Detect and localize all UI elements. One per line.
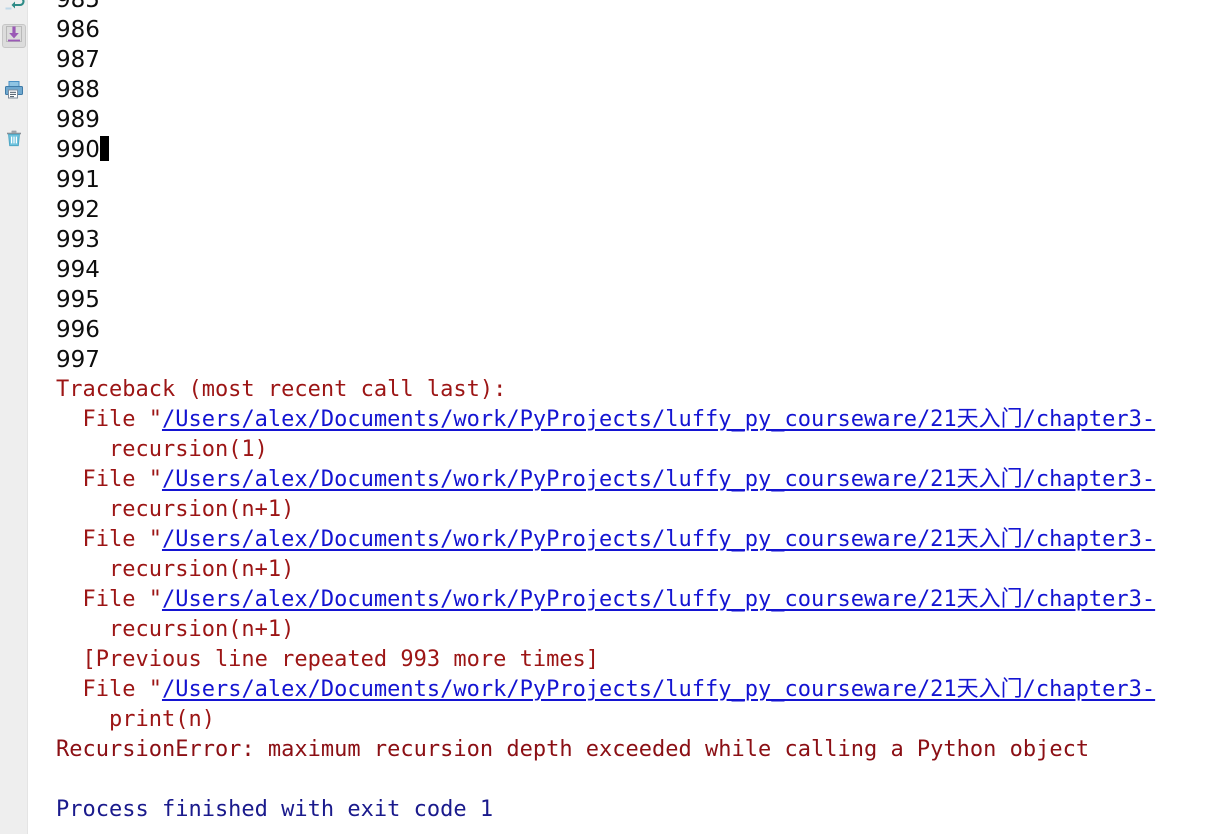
- stdout-line-caret: 990: [56, 135, 109, 165]
- stdout-line: 989: [56, 105, 100, 135]
- stdout-line: 995: [56, 285, 100, 315]
- run-toolbar: [0, 0, 28, 834]
- traceback-frame-file: File "/Users/alex/Documents/work/PyProje…: [56, 585, 1155, 615]
- stdout-line: 988: [56, 75, 100, 105]
- traceback-frame-file: File "/Users/alex/Documents/work/PyProje…: [56, 525, 1155, 555]
- scroll-to-end-icon: [5, 25, 23, 47]
- stdout-line: 987: [56, 45, 100, 75]
- exception-message: RecursionError: maximum recursion depth …: [56, 735, 1089, 765]
- stdout-line: 994: [56, 255, 100, 285]
- traceback-frame-code: recursion(n+1): [56, 555, 294, 585]
- traceback-frame-code: print(n): [56, 705, 215, 735]
- traceback-file-link[interactable]: /Users/alex/Documents/work/PyProjects/lu…: [162, 407, 1155, 432]
- console-output[interactable]: 985 986 987 988 989 990 991 992 993 994 …: [28, 0, 1210, 834]
- traceback-frame-file: File "/Users/alex/Documents/work/PyProje…: [56, 405, 1155, 435]
- text-caret: [100, 136, 109, 161]
- traceback-file-link[interactable]: /Users/alex/Documents/work/PyProjects/lu…: [162, 677, 1155, 702]
- stdout-line: 991: [56, 165, 100, 195]
- traceback-frame-code: recursion(1): [56, 435, 268, 465]
- print-icon: [4, 80, 24, 104]
- trash-icon: [4, 128, 24, 152]
- clear-all-button[interactable]: [2, 128, 26, 152]
- traceback-header: Traceback (most recent call last):: [56, 375, 506, 405]
- traceback-file-link[interactable]: /Users/alex/Documents/work/PyProjects/lu…: [162, 587, 1155, 612]
- traceback-frame-code: recursion(n+1): [56, 615, 294, 645]
- soft-wrap-button[interactable]: [2, 0, 26, 16]
- stdout-line: 992: [56, 195, 100, 225]
- soft-wrap-icon: [3, 0, 25, 17]
- stdout-line: 996: [56, 315, 100, 345]
- stdout-line: 997: [56, 345, 100, 375]
- traceback-file-link[interactable]: /Users/alex/Documents/work/PyProjects/lu…: [162, 467, 1155, 492]
- run-console-window: 985 986 987 988 989 990 991 992 993 994 …: [0, 0, 1210, 834]
- print-button[interactable]: [2, 80, 26, 104]
- traceback-frame-file: File "/Users/alex/Documents/work/PyProje…: [56, 675, 1155, 705]
- traceback-repeat-note: [Previous line repeated 993 more times]: [56, 645, 599, 675]
- process-exit-message: Process finished with exit code 1: [56, 795, 493, 825]
- traceback-frame-code: recursion(n+1): [56, 495, 294, 525]
- traceback-frame-file: File "/Users/alex/Documents/work/PyProje…: [56, 465, 1155, 495]
- stdout-line: 986: [56, 15, 100, 45]
- stdout-line: 993: [56, 225, 100, 255]
- stdout-line: 985: [56, 0, 100, 15]
- traceback-file-link[interactable]: /Users/alex/Documents/work/PyProjects/lu…: [162, 527, 1155, 552]
- scroll-to-end-button[interactable]: [2, 24, 26, 48]
